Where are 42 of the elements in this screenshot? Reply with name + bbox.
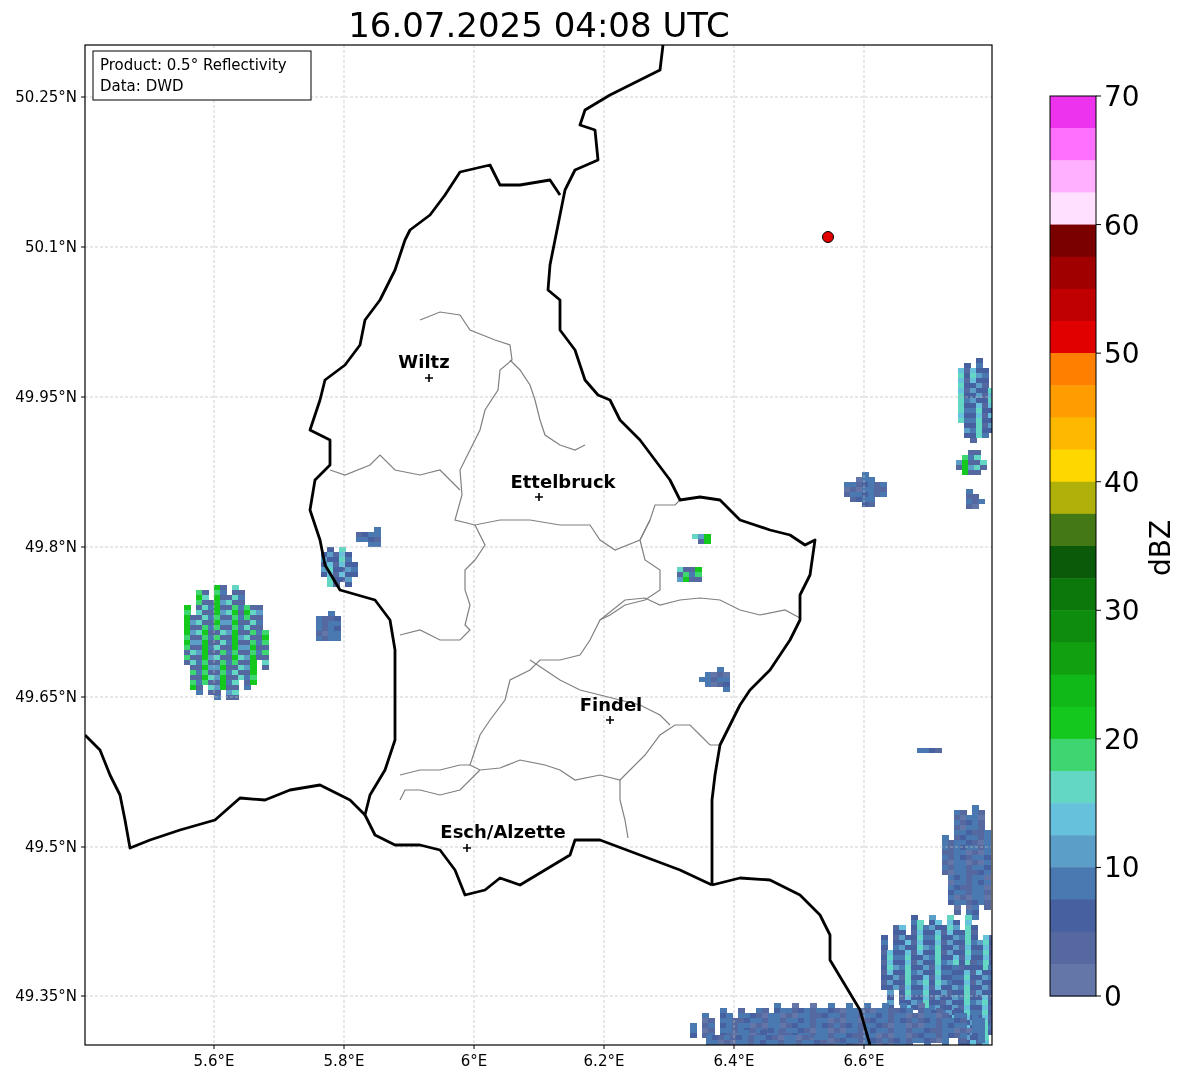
- axis-tick-label: 6.4°E: [713, 1052, 755, 1070]
- colorbar-tick-label: 50: [1104, 337, 1140, 371]
- axis-tick-label: 49.5°N: [24, 838, 77, 856]
- city-label: Esch/Alzette: [440, 821, 566, 842]
- radar-echo-drawing: [956, 450, 987, 475]
- city-label: Wiltz: [398, 351, 450, 372]
- radar-echo-drawing: [316, 611, 341, 641]
- colorbar-label: dBZ: [1144, 519, 1177, 577]
- colorbar-tick-label: 30: [1104, 594, 1140, 628]
- city-marker-icon: [605, 715, 615, 725]
- city-marker-icon: [462, 843, 472, 853]
- city-label: Ettelbruck: [510, 471, 616, 492]
- axis-tick-label: 49.8°N: [24, 538, 77, 556]
- axis-tick-label: 50.25°N: [15, 88, 77, 106]
- radar-echo-drawing: [966, 489, 985, 509]
- city-marker-icon: [534, 492, 544, 502]
- radar-echo-drawing: [699, 667, 730, 692]
- radar-echo-drawing: [692, 534, 711, 544]
- radar-echo-drawing: [917, 748, 942, 753]
- axis-tick-label: 6°E: [460, 1052, 488, 1070]
- axis-tick-label: 49.65°N: [15, 688, 77, 706]
- colorbar-tick-label: 0: [1104, 980, 1122, 1013]
- chart-title: 16.07.2025 04:08 UTC: [348, 5, 730, 45]
- axis-tick-label: 5.6°E: [193, 1052, 235, 1070]
- radar-echo-drawing: [677, 567, 702, 582]
- colorbar-tick-label: 20: [1104, 722, 1140, 756]
- city-label: Findel: [579, 694, 643, 715]
- colorbar-tick-label: 10: [1104, 851, 1140, 885]
- info-text: Product: 0.5° Reflectivity: [100, 56, 287, 74]
- axis-tick-label: 5.8°E: [323, 1052, 365, 1070]
- axis-tick-label: 6.6°E: [843, 1052, 885, 1070]
- colorbar-tick-label: 60: [1104, 208, 1140, 242]
- axis-tick-label: 6.2°E: [583, 1052, 625, 1070]
- axis-tick-label: 49.35°N: [15, 987, 77, 1005]
- info-text: Data: DWD: [100, 77, 184, 95]
- axis-tick-label: 49.95°N: [15, 388, 77, 406]
- radar-site-marker: [822, 231, 834, 243]
- colorbar-tick-label: 70: [1104, 80, 1140, 113]
- colorbar-tick-label: 40: [1104, 465, 1140, 499]
- axis-tick-label: 50.1°N: [24, 238, 77, 256]
- city-marker-icon: [424, 373, 434, 383]
- radar-echo-drawing: [844, 472, 887, 507]
